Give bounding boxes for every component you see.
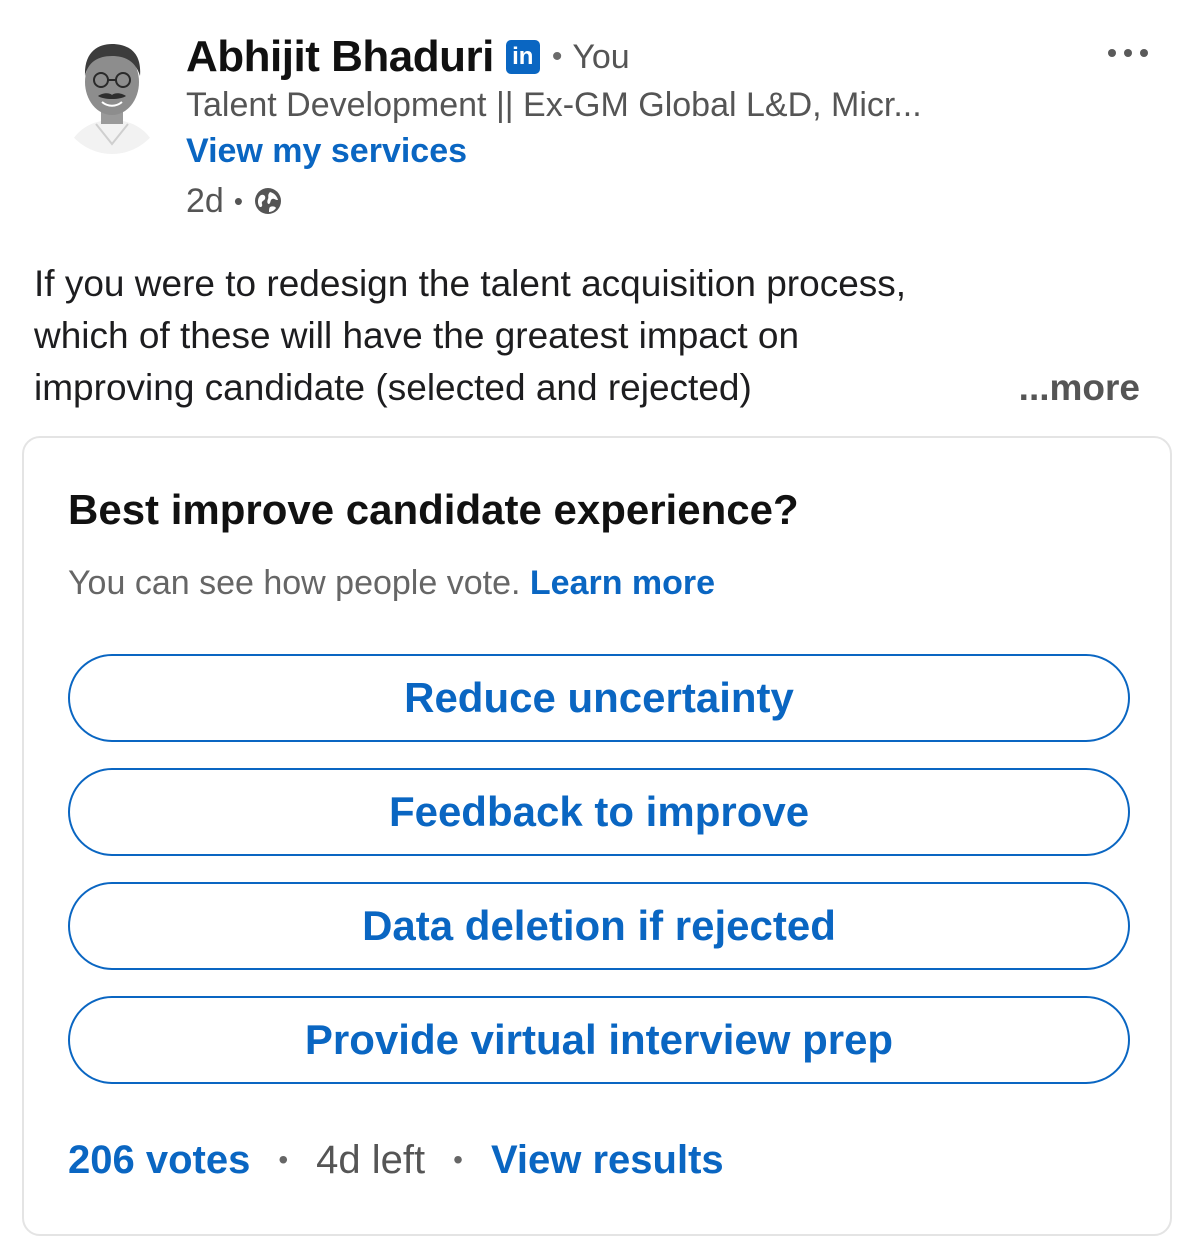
view-services-link[interactable]: View my services [186,132,467,171]
author-name[interactable]: Abhijit Bhaduri [186,32,494,82]
connection-degree: You [572,37,630,76]
post-body: If you were to redesign the talent acqui… [34,258,1164,414]
globe-icon [253,186,283,216]
see-more-link[interactable]: ...more [1019,362,1140,414]
separator-dot: • [453,1144,463,1175]
post-body-line: which of these will have the greatest im… [34,315,800,356]
post-body-line: improving candidate (selected and reject… [34,367,752,408]
poll-option-button[interactable]: Provide virtual interview prep [68,996,1130,1084]
linkedin-icon: in [505,40,540,74]
poll-footer: 206 votes • 4d left • View results [68,1132,724,1188]
poll-visibility-text: You can see how people vote. [68,564,521,602]
separator-dot: • [278,1144,289,1175]
post-body-line: If you were to redesign the talent acqui… [34,263,907,304]
poll-question: Best improve candidate experience? [68,486,799,533]
view-results-link[interactable]: View results [491,1138,724,1183]
avatar[interactable] [56,32,168,154]
poll-card: Best improve candidate experience? You c… [22,436,1172,1236]
poll-visibility-note: You can see how people vote. Learn more [68,564,715,603]
separator-dot: • [551,40,563,73]
separator-dot: • [233,185,243,216]
poll-option-button[interactable]: Feedback to improve [68,768,1130,856]
poll-option-button[interactable]: Data deletion if rejected [68,882,1130,970]
author-headline: Talent Development || Ex-GM Global L&D, … [186,86,922,124]
author-line: Abhijit Bhaduri in • You [186,28,630,86]
learn-more-link[interactable]: Learn more [530,564,715,602]
vote-count-link[interactable]: 206 votes [68,1138,250,1183]
more-options-icon[interactable] [1108,38,1148,68]
post-meta: 2d • [186,178,283,224]
poll-option-button[interactable]: Reduce uncertainty [68,654,1130,742]
poll-time-left: 4d left [316,1137,426,1182]
post-time: 2d [186,181,224,220]
